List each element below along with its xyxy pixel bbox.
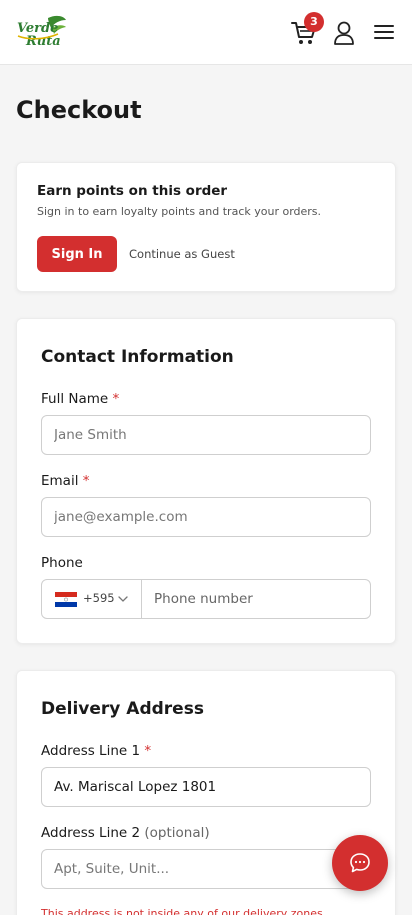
brand-logo[interactable]: Verde Ruta (14, 14, 68, 50)
country-dial-code: +595 (83, 591, 115, 605)
continue-as-guest-link[interactable]: Continue as Guest (129, 247, 235, 261)
required-asterisk: * (112, 391, 120, 407)
loyalty-title: Earn points on this order (37, 183, 228, 199)
phone-label: Phone (41, 555, 83, 571)
chevron-down-icon (118, 596, 128, 602)
address-line2-input[interactable] (41, 849, 371, 889)
optional-hint: (optional) (144, 825, 210, 841)
page-title: Checkout (16, 96, 142, 124)
full-name-input[interactable] (41, 415, 371, 455)
phone-field: +595 (41, 579, 371, 619)
sign-in-button[interactable]: Sign In (37, 236, 117, 272)
chat-bubble-icon (350, 853, 370, 873)
loyalty-signin-card: Earn points on this order Sign in to ear… (16, 162, 396, 292)
email-label-text: Email (41, 473, 79, 489)
contact-information-card: Contact Information Full Name * Email * … (16, 318, 396, 644)
country-code-select[interactable]: +595 (42, 580, 142, 618)
address-line1-input[interactable] (41, 767, 371, 807)
address-line1-label: Address Line 1 * (41, 743, 151, 759)
chat-button[interactable] (332, 835, 388, 891)
delivery-zone-error: This address is not inside any of our de… (41, 907, 327, 915)
email-label: Email * (41, 473, 90, 489)
top-header: Verde Ruta 3 (0, 0, 412, 65)
address-line2-label: Address Line 2 (optional) (41, 825, 210, 841)
hamburger-menu-icon[interactable] (373, 22, 395, 42)
required-asterisk: * (82, 473, 90, 489)
svg-text:Ruta: Ruta (25, 34, 61, 49)
address-line1-label-text: Address Line 1 (41, 743, 141, 759)
full-name-label: Full Name * (41, 391, 119, 407)
loyalty-subtitle: Sign in to earn loyalty points and track… (37, 205, 322, 218)
required-asterisk: * (144, 743, 152, 759)
cart-count-badge: 3 (304, 12, 324, 32)
address-line2-label-text: Address Line 2 (41, 825, 141, 841)
full-name-label-text: Full Name (41, 391, 109, 407)
paraguay-flag-icon (55, 592, 77, 607)
contact-section-title: Contact Information (41, 347, 234, 367)
phone-number-input[interactable] (142, 580, 370, 618)
address-section-title: Delivery Address (41, 699, 204, 719)
email-input[interactable] (41, 497, 371, 537)
user-account-icon[interactable] (332, 20, 356, 46)
